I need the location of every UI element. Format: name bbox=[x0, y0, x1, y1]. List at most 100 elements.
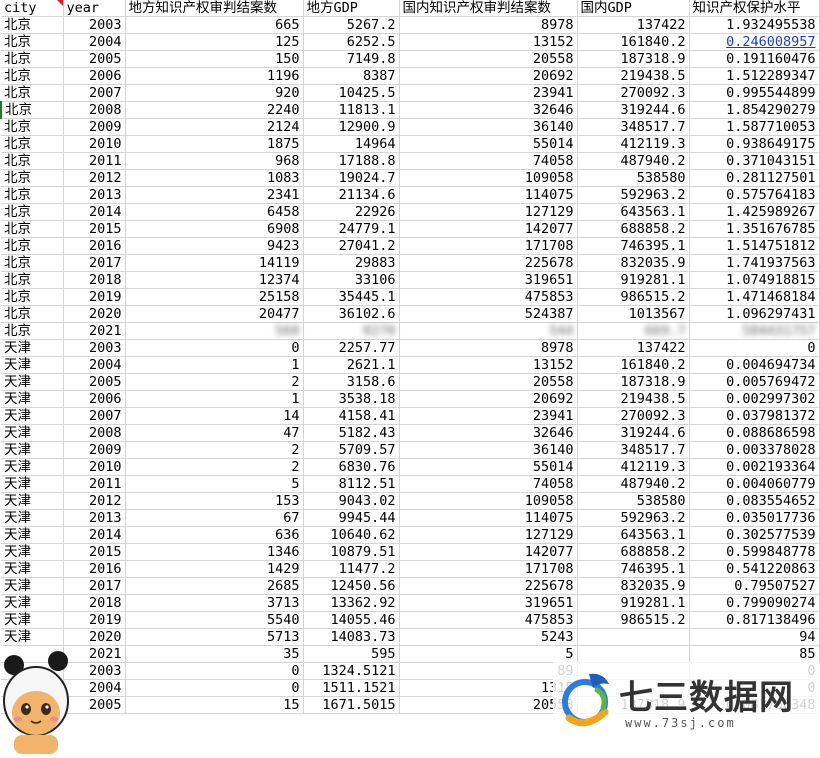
cell-national-cases[interactable]: 20558 bbox=[399, 50, 578, 68]
cell-local-gdp[interactable]: 12900.9 bbox=[303, 118, 400, 136]
cell-city[interactable]: 天津 bbox=[1, 441, 64, 459]
cell-local-gdp[interactable]: 14964 bbox=[303, 135, 400, 153]
cell-year[interactable]: 2012 bbox=[63, 169, 126, 187]
cell-local-cases[interactable]: 920 bbox=[125, 84, 304, 102]
cell-year[interactable]: 2012 bbox=[63, 492, 126, 510]
cell-national-gdp[interactable]: 270092.3 bbox=[577, 407, 690, 425]
cell-national-gdp[interactable] bbox=[577, 645, 690, 663]
cell-city[interactable]: 天津 bbox=[1, 407, 64, 425]
cell-year[interactable]: 2011 bbox=[63, 152, 126, 170]
cell-national-gdp[interactable]: 137422 bbox=[577, 16, 690, 34]
cell-national-gdp[interactable]: 219438.5 bbox=[577, 390, 690, 408]
cell-ip-protection-level[interactable]: 0.371043151 bbox=[689, 152, 820, 170]
cell-city[interactable]: 天津 bbox=[1, 458, 64, 476]
table-row[interactable]: 天津 2005 2 3158.6 20558 187318.9 0.005769472 bbox=[1, 373, 820, 391]
cell-ip-protection-level[interactable]: 0.938649175 bbox=[689, 135, 820, 153]
cell-city[interactable]: 北京 bbox=[1, 271, 64, 289]
cell-city[interactable]: 北京 bbox=[1, 220, 64, 238]
cell-city[interactable]: 天津 bbox=[1, 492, 64, 510]
table-row[interactable]: 北京 2021 560 0270 544 669.7 584431757 bbox=[1, 322, 820, 340]
cell-ip-protection-level[interactable]: 584431757 bbox=[689, 322, 820, 340]
cell-ip-protection-level[interactable]: 0.037981372 bbox=[689, 407, 820, 425]
cell-national-cases[interactable]: 36140 bbox=[399, 118, 578, 136]
cell-local-cases[interactable]: 35 bbox=[125, 645, 304, 663]
cell-city[interactable]: 北京 bbox=[1, 203, 64, 221]
table-row[interactable]: 北京 2006 1196 8387 20692 219438.5 1.512289347 bbox=[1, 67, 820, 85]
cell-year[interactable]: 2020 bbox=[63, 628, 126, 646]
cell-city[interactable]: 天津 bbox=[1, 356, 64, 374]
cell-national-cases[interactable]: 36140 bbox=[399, 441, 578, 459]
table-row[interactable]: 天津 2015 1346 10879.51 142077 688858.2 0.599848… bbox=[1, 543, 820, 561]
cell-local-cases[interactable]: 2685 bbox=[125, 577, 304, 595]
cell-national-cases[interactable]: 20692 bbox=[399, 390, 578, 408]
cell-national-gdp[interactable]: 487940.2 bbox=[577, 475, 690, 493]
cell-national-cases[interactable]: 55014 bbox=[399, 135, 578, 153]
cell-city[interactable]: 北京 bbox=[1, 237, 64, 255]
cell-city[interactable]: 天津 bbox=[1, 628, 64, 646]
cell-local-cases[interactable]: 560 bbox=[125, 322, 304, 340]
cell-national-gdp[interactable]: 592963.2 bbox=[577, 186, 690, 204]
header-national-cases[interactable]: 国内知识产权审判结案数 bbox=[399, 0, 578, 17]
table-row[interactable]: 北京 2020 20477 36102.6 524387 1013567 1.0962974… bbox=[1, 305, 820, 323]
cell-local-gdp[interactable]: 14083.73 bbox=[303, 628, 400, 646]
cell-local-cases[interactable]: 2 bbox=[125, 458, 304, 476]
cell-year[interactable]: 2007 bbox=[63, 407, 126, 425]
cell-local-cases[interactable]: 2240 bbox=[125, 101, 304, 119]
cell-national-cases[interactable]: 89 bbox=[399, 662, 578, 680]
cell-national-cases[interactable]: 109058 bbox=[399, 169, 578, 187]
cell-year[interactable]: 2017 bbox=[63, 254, 126, 272]
cell-city[interactable]: 天津 bbox=[1, 509, 64, 527]
cell-national-cases[interactable]: 1315 bbox=[399, 679, 578, 697]
cell-local-gdp[interactable]: 24779.1 bbox=[303, 220, 400, 238]
cell-local-gdp[interactable]: 5709.57 bbox=[303, 441, 400, 459]
cell-national-cases[interactable]: 20692 bbox=[399, 67, 578, 85]
table-row[interactable]: 北京 2011 968 17188.8 74058 487940.2 0.371043151 bbox=[1, 152, 820, 170]
cell-national-cases[interactable]: 319651 bbox=[399, 271, 578, 289]
cell-national-gdp[interactable]: 348517.7 bbox=[577, 118, 690, 136]
cell-local-cases[interactable]: 2 bbox=[125, 441, 304, 459]
cell-city[interactable]: 北京 bbox=[1, 50, 64, 68]
cell-ip-protection-level[interactable]: 0.191160476 bbox=[689, 50, 820, 68]
cell-national-gdp[interactable]: 187318.9 bbox=[577, 373, 690, 391]
cell-ip-protection-level[interactable]: 0.79507527 bbox=[689, 577, 820, 595]
cell-national-gdp[interactable]: 919281.1 bbox=[577, 271, 690, 289]
cell-year[interactable]: 2017 bbox=[63, 577, 126, 595]
cell-city[interactable]: 北京 bbox=[1, 322, 64, 340]
cell-year[interactable]: 2021 bbox=[63, 322, 126, 340]
cell-national-cases[interactable]: 20558 bbox=[399, 696, 578, 714]
table-row[interactable]: 北京 2003 665 5267.2 8978 137422 1.932495538 bbox=[1, 16, 820, 34]
cell-national-cases[interactable]: 32646 bbox=[399, 101, 578, 119]
cell-ip-protection-level[interactable]: 0.302577539 bbox=[689, 526, 820, 544]
cell-local-gdp[interactable]: 1511.1521 bbox=[303, 679, 400, 697]
cell-national-cases[interactable]: 475853 bbox=[399, 611, 578, 629]
cell-year[interactable]: 2005 bbox=[63, 50, 126, 68]
cell-ip-protection-level[interactable]: 0.088686598 bbox=[689, 424, 820, 442]
cell-national-cases[interactable]: 5 bbox=[399, 645, 578, 663]
table-row[interactable]: 北京 2010 1875 14964 55014 412119.3 0.938649175 bbox=[1, 135, 820, 153]
cell-local-cases[interactable]: 636 bbox=[125, 526, 304, 544]
cell-year[interactable]: 2018 bbox=[63, 594, 126, 612]
cell-local-cases[interactable]: 1083 bbox=[125, 169, 304, 187]
cell-national-cases[interactable]: 13152 bbox=[399, 33, 578, 51]
cell-local-cases[interactable]: 1 bbox=[125, 356, 304, 374]
header-year[interactable]: year bbox=[63, 0, 126, 17]
cell-ip-protection-level[interactable]: 1.514751812 bbox=[689, 237, 820, 255]
cell-national-gdp[interactable]: 643563.1 bbox=[577, 203, 690, 221]
cell-ip-protection-level[interactable]: 0.003378028 bbox=[689, 441, 820, 459]
cell-year[interactable]: 2020 bbox=[63, 305, 126, 323]
cell-ip-protection-level[interactable]: 0.083554652 bbox=[689, 492, 820, 510]
cell-city[interactable]: 天津 bbox=[1, 543, 64, 561]
table-row[interactable]: 北京 2009 2124 12900.9 36140 348517.7 1.58771005… bbox=[1, 118, 820, 136]
cell-ip-protection-level[interactable]: 0.035017736 bbox=[689, 509, 820, 527]
table-row[interactable]: 北京 2004 125 6252.5 13152 161840.2 0.246008957 bbox=[1, 33, 820, 51]
cell-local-cases[interactable]: 12374 bbox=[125, 271, 304, 289]
cell-local-gdp[interactable]: 27041.2 bbox=[303, 237, 400, 255]
table-row[interactable]: 天津 2009 2 5709.57 36140 348517.7 0.003378028 bbox=[1, 441, 820, 459]
cell-local-cases[interactable]: 5 bbox=[125, 475, 304, 493]
cell-local-gdp[interactable]: 10879.51 bbox=[303, 543, 400, 561]
cell-year[interactable]: 2010 bbox=[63, 135, 126, 153]
cell-national-cases[interactable]: 225678 bbox=[399, 577, 578, 595]
table-row[interactable]: 北京 2007 920 10425.5 23941 270092.3 0.995544899 bbox=[1, 84, 820, 102]
cell-local-gdp[interactable]: 35445.1 bbox=[303, 288, 400, 306]
cell-national-cases[interactable]: 171708 bbox=[399, 560, 578, 578]
